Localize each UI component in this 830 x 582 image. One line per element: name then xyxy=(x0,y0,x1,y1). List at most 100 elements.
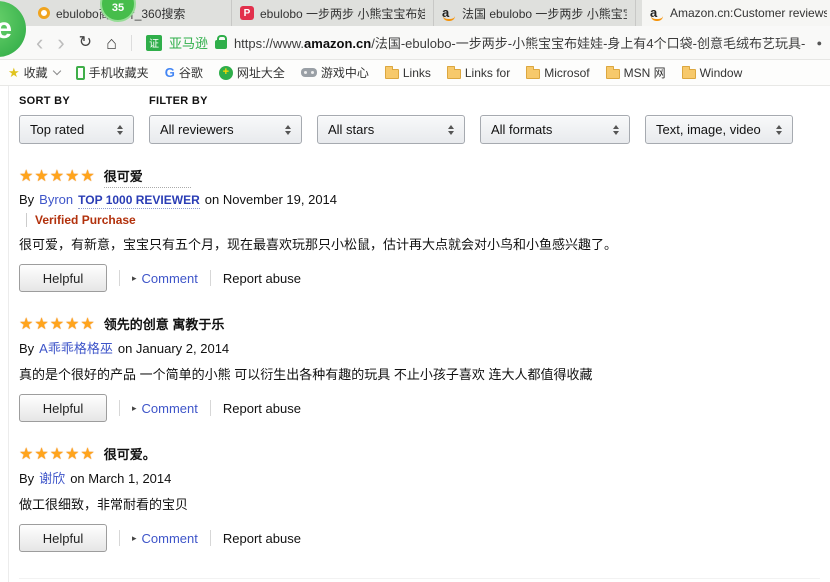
divider xyxy=(119,530,120,546)
select-arrows-icon xyxy=(776,125,782,135)
folder-icon xyxy=(447,69,461,79)
refresh-button[interactable]: ↻ xyxy=(79,35,92,51)
divider xyxy=(210,530,211,546)
tab-bar: ebulobo商品价_360搜索 P ebulobo 一步两步 小熊宝宝布娃娃 … xyxy=(0,0,830,26)
site-verified-badge: 证 xyxy=(146,35,162,51)
bookmark-favorites[interactable]: ★ 收藏 xyxy=(8,64,60,81)
amazon-icon: a xyxy=(442,5,456,21)
divider xyxy=(131,35,132,51)
review-body: 做工很细致，非常耐看的宝贝 xyxy=(19,496,820,513)
sort-select-value: Top rated xyxy=(30,122,84,137)
review-date: on January 2, 2014 xyxy=(118,341,229,356)
bookmark-google[interactable]: G 谷歌 xyxy=(165,64,203,81)
reviews-page: SORT BY Top rated FILTER BY All reviewer… xyxy=(8,86,830,582)
reviewer-link[interactable]: A乖乖格格巫 xyxy=(39,338,113,357)
helpful-button[interactable]: Helpful xyxy=(19,524,107,552)
forward-button[interactable]: › xyxy=(57,32,64,54)
bookmark-game-center[interactable]: 游戏中心 xyxy=(301,64,369,81)
bookmark-site-directory[interactable]: + 网址大全 xyxy=(219,64,285,81)
review-item: ★★★★★ 很可爱。 By 谢欣 on March 1, 2014 做工很细致，… xyxy=(19,444,820,552)
review-title: 领先的创意 寓教于乐 xyxy=(104,314,225,333)
tab-title: Amazon.cn:Customer reviews: xyxy=(670,6,827,20)
bookmark-folder-links-for[interactable]: Links for xyxy=(447,66,510,80)
amazon-icon: a xyxy=(650,5,664,21)
report-abuse-link[interactable]: Report abuse xyxy=(223,531,301,546)
lock-icon xyxy=(215,40,227,49)
folder-icon xyxy=(682,69,696,79)
search-icon xyxy=(38,7,50,19)
divider xyxy=(119,270,120,286)
sort-select[interactable]: Top rated xyxy=(19,115,134,144)
format-filter-select[interactable]: All formats xyxy=(480,115,630,144)
bookmark-folder-links[interactable]: Links xyxy=(385,66,431,80)
bookmark-folder-microsoft[interactable]: Microsof xyxy=(526,66,589,80)
by-label: By xyxy=(19,471,34,486)
reviewer-link[interactable]: 谢欣 xyxy=(39,468,65,487)
bookmark-label: 收藏 xyxy=(24,64,48,81)
reviewer-link[interactable]: Byron xyxy=(39,192,73,207)
address-bar[interactable]: 证 亚马逊 https://www.amazon.cn/法国-ebulobo-一… xyxy=(146,33,830,52)
review-body: 很可爱，有新意，宝宝只有五个月，现在最喜欢玩那只小松鼠，估计再大点就会对小鸟和小… xyxy=(19,236,820,253)
select-arrows-icon xyxy=(285,125,291,135)
folder-icon xyxy=(606,69,620,79)
bookmarks-bar: ★ 收藏 手机收藏夹 G 谷歌 + 网址大全 游戏中心 Links Links … xyxy=(0,60,830,86)
site-name-label[interactable]: 亚马逊 xyxy=(169,33,208,52)
review-body: 真的是个很好的产品 一个简单的小熊 可以衍生出各种有趣的玩具 不止小孩子喜欢 连… xyxy=(19,366,820,383)
format-filter-value: All formats xyxy=(491,122,552,137)
phone-icon xyxy=(76,66,85,80)
review-title: 很可爱。 xyxy=(104,444,156,463)
helpful-button[interactable]: Helpful xyxy=(19,264,107,292)
helpful-button[interactable]: Helpful xyxy=(19,394,107,422)
tab-amazon-reviews-active[interactable]: a Amazon.cn:Customer reviews: xyxy=(642,0,830,26)
star-filter-select[interactable]: All stars xyxy=(317,115,465,144)
tab-amazon-product[interactable]: a 法国 ebulobo 一步两步 小熊宝宝 xyxy=(434,0,636,26)
chevron-down-icon xyxy=(52,67,60,75)
gamepad-icon xyxy=(301,68,317,77)
home-button[interactable]: ⌂ xyxy=(106,34,117,52)
by-label: By xyxy=(19,192,34,207)
divider xyxy=(210,270,211,286)
reviewer-filter-value: All reviewers xyxy=(160,122,234,137)
sort-by-label: SORT BY xyxy=(19,95,134,107)
bookmark-label: Links xyxy=(403,66,431,80)
tab-title: ebulobo 一步两步 小熊宝宝布娃娃 xyxy=(260,5,425,22)
top-reviewer-badge[interactable]: TOP 1000 REVIEWER xyxy=(78,193,200,209)
report-abuse-link[interactable]: Report abuse xyxy=(223,401,301,416)
star-rating: ★★★★★ xyxy=(19,316,96,334)
verified-purchase-label: Verified Purchase xyxy=(26,213,820,227)
bookmark-folder-msn[interactable]: MSN 网 xyxy=(606,64,666,81)
bookmark-label: 网址大全 xyxy=(237,64,285,81)
footer: ‹ See all details for 法国 ebulobo 一步两步 小熊… xyxy=(19,578,820,582)
bookmark-mobile-favorites[interactable]: 手机收藏夹 xyxy=(76,64,149,81)
browser-window: ebulobo商品价_360搜索 P ebulobo 一步两步 小熊宝宝布娃娃 … xyxy=(0,0,830,582)
url-overflow-icon: ● xyxy=(817,38,822,48)
comment-expander-icon: ▸ xyxy=(132,273,137,284)
bookmark-label: 游戏中心 xyxy=(321,64,369,81)
back-button[interactable]: ‹ xyxy=(36,32,43,54)
comment-link[interactable]: Comment xyxy=(142,531,198,546)
select-arrows-icon xyxy=(448,125,454,135)
review-date: on November 19, 2014 xyxy=(205,192,337,207)
reviewer-filter-select[interactable]: All reviewers xyxy=(149,115,302,144)
comment-link[interactable]: Comment xyxy=(142,271,198,286)
media-filter-value: Text, image, video xyxy=(656,122,761,137)
by-label: By xyxy=(19,341,34,356)
comment-link[interactable]: Comment xyxy=(142,401,198,416)
divider xyxy=(210,400,211,416)
bookmark-folder-window[interactable]: Window xyxy=(682,66,743,80)
star-filter-value: All stars xyxy=(328,122,374,137)
select-arrows-icon xyxy=(117,125,123,135)
select-arrows-icon xyxy=(613,125,619,135)
report-abuse-link[interactable]: Report abuse xyxy=(223,271,301,286)
google-icon: G xyxy=(165,65,175,80)
folder-icon xyxy=(385,69,399,79)
filter-by-label: FILTER BY xyxy=(149,95,793,107)
bookmark-label: 手机收藏夹 xyxy=(89,64,149,81)
review-item: ★★★★★ 领先的创意 寓教于乐 By A乖乖格格巫 on January 2,… xyxy=(19,314,820,422)
url-text[interactable]: https://www.amazon.cn/法国-ebulobo-一步两步-小熊… xyxy=(234,33,805,52)
tab-product-p[interactable]: P ebulobo 一步两步 小熊宝宝布娃娃 xyxy=(232,0,434,26)
star-rating: ★★★★★ xyxy=(19,168,96,186)
media-filter-select[interactable]: Text, image, video xyxy=(645,115,793,144)
divider xyxy=(119,400,120,416)
navigation-bar: ‹ › ↻ ⌂ 证 亚马逊 https://www.amazon.cn/法国-e… xyxy=(0,26,830,60)
